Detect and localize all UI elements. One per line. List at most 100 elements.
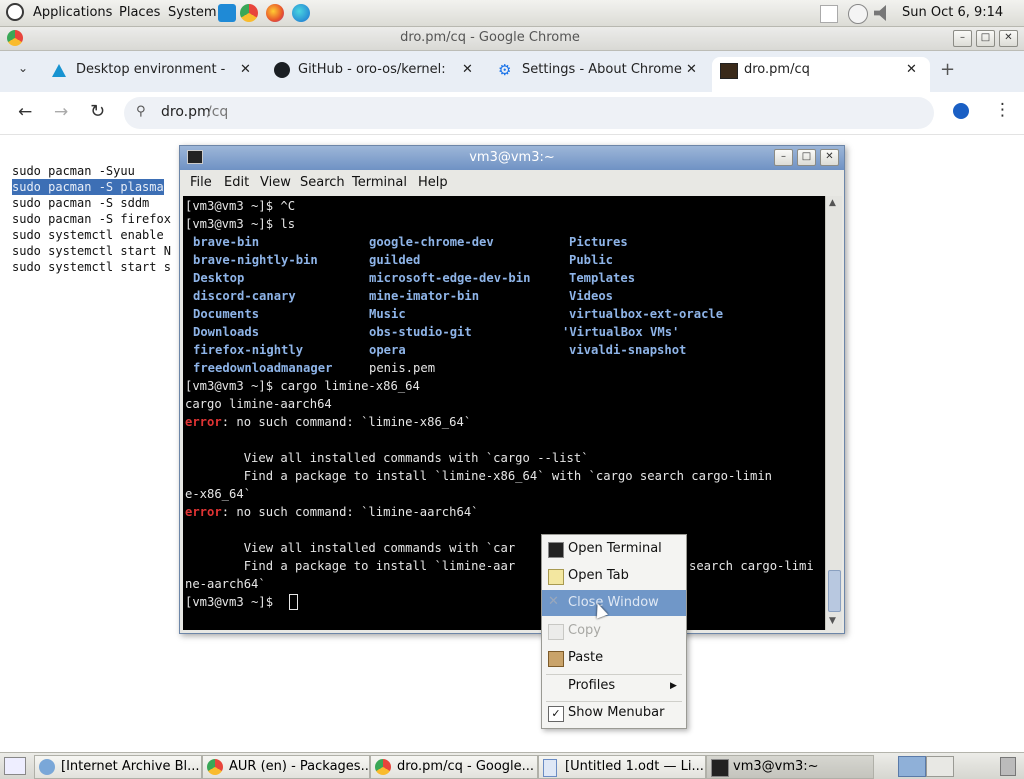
terminal-line: [vm3@vm3 ~]$ ^C <box>185 199 296 213</box>
menu-item-open-tab[interactable]: Open Tab <box>542 563 686 589</box>
scroll-up-arrow-icon[interactable]: ▲ <box>829 198 836 208</box>
chrome-dev-icon[interactable] <box>240 4 258 22</box>
page-line: sudo pacman -S sddm <box>12 196 150 210</box>
show-desktop-icon[interactable] <box>4 757 26 775</box>
terminal-error-line: error: no such command: `limine-x86_64` <box>185 413 471 431</box>
vscode-icon[interactable] <box>218 4 236 22</box>
taskbar-item-terminal[interactable]: vm3@vm3:~ <box>706 755 874 779</box>
reload-icon[interactable]: ↻ <box>90 101 105 122</box>
internet-archive-icon <box>39 759 55 775</box>
kebab-menu-icon[interactable]: ⋮ <box>994 100 1011 120</box>
new-tab-plus-icon[interactable]: + <box>940 59 955 80</box>
places-menu[interactable]: Places <box>119 0 160 26</box>
ls-entry: mine-imator-bin <box>369 289 480 303</box>
ls-entry: virtualbox-ext-oracle <box>569 307 724 321</box>
error-keyword: error <box>185 505 222 519</box>
error-message: : no such command: `limine-x86_64` <box>221 415 472 429</box>
checkbox-checked-icon[interactable]: ✓ <box>548 706 564 722</box>
tab-close-icon[interactable]: ✕ <box>906 57 917 83</box>
terminal-prompt: [vm3@vm3 ~]$ <box>185 595 281 609</box>
menu-item-open-terminal[interactable]: Open Terminal <box>542 536 686 562</box>
chrome-tab-strip: ⌄ Desktop environment - Ar ✕ GitHub - or… <box>0 51 1024 93</box>
menu-help[interactable]: Help <box>418 175 448 190</box>
tab-close-icon[interactable]: ✕ <box>240 57 251 83</box>
ls-entry: Templates <box>569 271 636 285</box>
gnome-foot-icon[interactable] <box>6 3 24 21</box>
page-line: sudo pacman -Syuu <box>12 164 135 178</box>
page-line: sudo systemctl start N <box>12 244 171 258</box>
menu-terminal[interactable]: Terminal <box>352 175 407 190</box>
firefox-icon[interactable] <box>266 4 284 22</box>
close-icon: ✕ <box>548 594 559 609</box>
workspace-2[interactable] <box>926 756 954 777</box>
site-info-icon[interactable]: ⚲ <box>136 104 146 119</box>
tab-close-icon[interactable]: ✕ <box>462 57 473 83</box>
menu-view[interactable]: View <box>260 175 291 190</box>
terminal-icon <box>548 542 564 558</box>
edge-dev-icon[interactable] <box>292 4 310 22</box>
page-line: sudo systemctl enable <box>12 228 164 242</box>
scroll-down-arrow-icon[interactable]: ▼ <box>829 616 836 626</box>
new-tab-icon <box>548 569 564 585</box>
back-arrow-icon[interactable]: ← <box>18 102 32 122</box>
chrome-window-title: dro.pm/cq - Google Chrome <box>400 30 580 45</box>
taskbar-item-libreoffice[interactable]: [Untitled 1.odt — Li... <box>538 755 706 779</box>
terminal-minimize-button[interactable]: – <box>774 149 793 166</box>
terminal-screen[interactable]: [vm3@vm3 ~]$ ^C [vm3@vm3 ~]$ ls brave-bi… <box>183 196 825 630</box>
system-menu[interactable]: System <box>168 0 216 26</box>
menu-item-close-window[interactable]: ✕ Close Window <box>542 590 686 616</box>
menu-edit[interactable]: Edit <box>224 175 249 190</box>
chrome-icon <box>375 759 391 775</box>
menu-item-paste[interactable]: Paste <box>542 645 686 671</box>
chrome-icon <box>207 759 223 775</box>
menu-search[interactable]: Search <box>300 175 345 190</box>
tab-desktop-environment[interactable]: Desktop environment - Ar ✕ <box>44 57 262 93</box>
terminal-scrollbar[interactable]: ▲ ▼ <box>825 196 842 630</box>
scrollbar-thumb[interactable] <box>828 570 841 612</box>
ls-entry: Documents <box>193 307 260 321</box>
clock[interactable]: Sun Oct 6, 9:14 AM <box>902 0 1024 46</box>
terminal-line: ne-aarch64` <box>185 577 266 591</box>
applications-menu[interactable]: Applications <box>33 0 112 26</box>
tab-close-icon[interactable]: ✕ <box>686 57 697 83</box>
menu-file[interactable]: File <box>190 175 212 190</box>
terminal-context-menu: Open Terminal Open Tab ✕ Close Window Co… <box>541 534 687 729</box>
settings-gear-icon: ⚙ <box>498 61 512 79</box>
maximize-button[interactable]: □ <box>976 30 995 47</box>
terminal-line: Find a package to install `limine-aar <box>185 559 516 573</box>
error-keyword: error <box>185 415 222 429</box>
trash-icon[interactable] <box>1000 757 1016 776</box>
terminal-window[interactable]: vm3@vm3:~ – □ ✕ File Edit View Search Te… <box>179 145 845 634</box>
tab-github[interactable]: GitHub - oro-os/kernel: Ke ✕ <box>266 57 484 93</box>
ls-entry: Pictures <box>569 235 628 249</box>
menu-item-profiles[interactable]: Profiles ▶ <box>542 673 686 699</box>
taskbar-item-internet-archive[interactable]: [Internet Archive Bl... <box>34 755 202 779</box>
tab-search-chevron-icon[interactable]: ⌄ <box>18 61 28 75</box>
taskbar-item-dro-pm[interactable]: dro.pm/cq - Google... <box>370 755 538 779</box>
terminal-maximize-button[interactable]: □ <box>797 149 816 166</box>
menu-item-show-menubar[interactable]: ✓ Show Menubar <box>542 700 686 726</box>
address-bar[interactable]: ⚲ dro.pm /cq <box>124 97 934 129</box>
terminal-line: View all installed commands with `cargo … <box>185 451 589 465</box>
close-button[interactable]: ✕ <box>999 30 1018 47</box>
profile-icon[interactable] <box>953 103 969 119</box>
forward-arrow-icon[interactable]: → <box>54 102 68 122</box>
minimize-button[interactable]: – <box>953 30 972 47</box>
chrome-title-bar[interactable]: dro.pm/cq - Google Chrome – □ ✕ <box>0 27 1024 51</box>
terminal-title-bar[interactable]: vm3@vm3:~ – □ ✕ <box>180 146 844 170</box>
volume-icon[interactable] <box>874 5 886 21</box>
tab-label: GitHub - oro-os/kernel: Ke <box>298 62 450 77</box>
tab-dro-pm[interactable]: dro.pm/cq ✕ <box>712 57 930 93</box>
ls-entry: guilded <box>369 253 421 267</box>
discord-tray-icon[interactable] <box>848 4 868 24</box>
terminal-line: [vm3@vm3 ~]$ cargo limine-x86_64 <box>185 379 420 393</box>
workspace-switcher[interactable] <box>820 5 838 23</box>
taskbar-item-aur[interactable]: AUR (en) - Packages... <box>202 755 370 779</box>
ls-entry: opera <box>369 343 406 357</box>
workspace-1[interactable] <box>898 756 926 777</box>
terminal-icon <box>711 759 729 777</box>
tab-settings[interactable]: ⚙ Settings - About Chrome ✕ <box>490 57 708 93</box>
tab-label: dro.pm/cq <box>744 62 810 77</box>
ls-entry: brave-bin <box>193 235 260 249</box>
terminal-close-button[interactable]: ✕ <box>820 149 839 166</box>
